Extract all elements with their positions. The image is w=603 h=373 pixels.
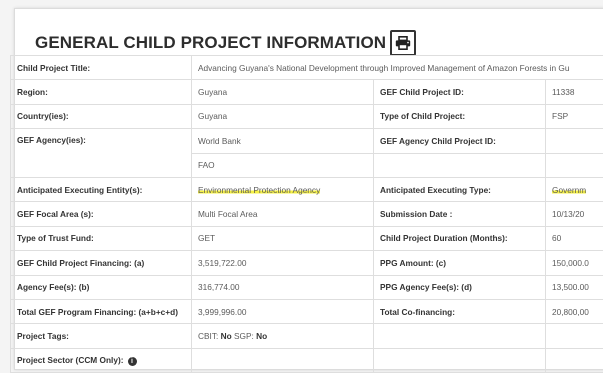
table-row: GEF Focal Area (s): Multi Focal Area Sub…	[11, 202, 603, 226]
countries-value: Guyana	[192, 104, 374, 128]
total-cofinancing-label: Total Co-financing:	[374, 299, 546, 323]
gef-focal-area-label: GEF Focal Area (s):	[11, 202, 192, 226]
project-sector-label-cell: Project Sector (CCM Only): i	[11, 348, 192, 372]
gef-child-project-financing-value: 3,519,722.00	[192, 251, 374, 275]
anticipated-executing-entities-value: Environmental Protection Agency	[198, 185, 320, 195]
empty-cell	[374, 348, 546, 372]
total-gef-program-financing-label: Total GEF Program Financing: (a+b+c+d)	[11, 299, 192, 323]
table-row: Country(ies): Guyana Type of Child Proje…	[11, 104, 603, 128]
empty-cell	[546, 348, 603, 372]
ppg-agency-fees-value: 13,500.00	[546, 275, 603, 299]
child-project-title-value: Advancing Guyana's National Development …	[192, 56, 603, 80]
empty-cell	[546, 324, 603, 348]
cbit-label: CBIT:	[198, 331, 218, 341]
region-label: Region:	[11, 80, 192, 104]
table-row: Agency Fee(s): (b) 316,774.00 PPG Agency…	[11, 275, 603, 299]
table-row: Project Tags: CBIT: No SGP: No	[11, 324, 603, 348]
total-cofinancing-value: 20,800,00	[546, 299, 603, 323]
empty-cell	[546, 153, 603, 177]
project-tags-value: CBIT: No SGP: No	[192, 324, 374, 348]
gef-focal-area-value: Multi Focal Area	[192, 202, 374, 226]
print-button[interactable]	[390, 30, 416, 56]
gef-agency-fao: FAO	[192, 153, 374, 177]
type-of-child-project-value: FSP	[546, 104, 603, 128]
countries-label: Country(ies):	[11, 104, 192, 128]
gef-agency-child-project-id-value	[546, 129, 603, 153]
gef-agency-child-project-id-label: GEF Agency Child Project ID:	[374, 129, 546, 153]
submission-date-label: Submission Date :	[374, 202, 546, 226]
gef-child-project-id-label: GEF Child Project ID:	[374, 80, 546, 104]
table-row: Child Project Title: Advancing Guyana's …	[11, 56, 603, 80]
ppg-amount-value: 150,000.0	[546, 251, 603, 275]
type-of-child-project-label: Type of Child Project:	[374, 104, 546, 128]
empty-cell	[374, 153, 546, 177]
anticipated-executing-entities-label: Anticipated Executing Entity(s):	[11, 177, 192, 201]
submission-date-value: 10/13/20	[546, 202, 603, 226]
gef-child-project-financing-label: GEF Child Project Financing: (a)	[11, 251, 192, 275]
anticipated-executing-entities-cell: Environmental Protection Agency	[192, 177, 374, 201]
table-row: GEF Agency(ies): World Bank GEF Agency C…	[11, 129, 603, 153]
agency-fees-label: Agency Fee(s): (b)	[11, 275, 192, 299]
gef-agencies-label: GEF Agency(ies):	[11, 129, 192, 178]
section-title: GENERAL CHILD PROJECT INFORMATION	[35, 33, 386, 53]
sgp-value: No	[256, 331, 267, 341]
project-info-table: Child Project Title: Advancing Guyana's …	[10, 55, 603, 373]
region-value: Guyana	[192, 80, 374, 104]
empty-cell	[374, 324, 546, 348]
ppg-agency-fees-label: PPG Agency Fee(s): (d)	[374, 275, 546, 299]
total-gef-program-financing-value: 3,999,996.00	[192, 299, 374, 323]
table-row: Total GEF Program Financing: (a+b+c+d) 3…	[11, 299, 603, 323]
anticipated-executing-type-value: Governm	[552, 185, 586, 195]
cbit-value: No	[221, 331, 232, 341]
child-project-duration-label: Child Project Duration (Months):	[374, 226, 546, 250]
empty-cell	[192, 348, 374, 372]
agency-fees-value: 316,774.00	[192, 275, 374, 299]
table-row: Type of Trust Fund: GET Child Project Du…	[11, 226, 603, 250]
child-project-duration-value: 60	[546, 226, 603, 250]
anticipated-executing-type-cell: Governm	[546, 177, 603, 201]
child-project-title-label: Child Project Title:	[11, 56, 192, 80]
anticipated-executing-type-label: Anticipated Executing Type:	[374, 177, 546, 201]
gef-child-project-id-value: 11338	[546, 80, 603, 104]
project-sector-label: Project Sector (CCM Only):	[17, 355, 124, 365]
table-row: GEF Child Project Financing: (a) 3,519,7…	[11, 251, 603, 275]
project-tags-label: Project Tags:	[11, 324, 192, 348]
table-row: Anticipated Executing Entity(s): Environ…	[11, 177, 603, 201]
table-row: Region: Guyana GEF Child Project ID: 113…	[11, 80, 603, 104]
info-icon[interactable]: i	[128, 357, 137, 366]
table-row: Project Sector (CCM Only): i	[11, 348, 603, 372]
type-of-trust-fund-value: GET	[192, 226, 374, 250]
sgp-label: SGP:	[234, 331, 254, 341]
ppg-amount-label: PPG Amount: (c)	[374, 251, 546, 275]
gef-agency-world-bank: World Bank	[192, 129, 374, 153]
printer-icon	[395, 36, 411, 50]
type-of-trust-fund-label: Type of Trust Fund:	[11, 226, 192, 250]
